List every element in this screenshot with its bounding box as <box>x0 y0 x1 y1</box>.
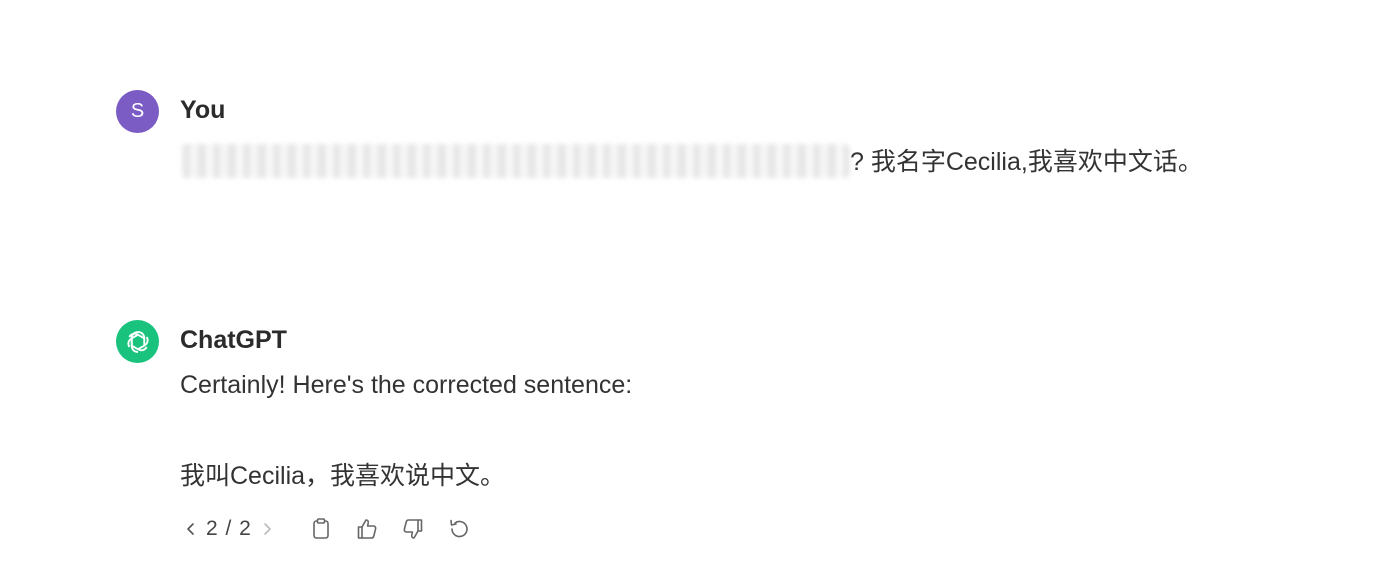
response-pager-label: 2 / 2 <box>206 517 252 540</box>
message-actions: 2 / 2 <box>182 512 476 546</box>
next-response-button[interactable] <box>258 518 276 540</box>
user-avatar-letter: S <box>130 100 145 122</box>
thumbs-up-icon <box>357 519 377 539</box>
redacted-text <box>180 144 850 179</box>
user-avatar: S <box>116 90 159 133</box>
assistant-message-line: Certainly! Here's the corrected sentence… <box>180 371 633 399</box>
copy-button[interactable] <box>304 512 338 546</box>
response-pager: 2 / 2 <box>182 517 276 541</box>
assistant-author-name: ChatGPT <box>180 326 287 354</box>
copy-icon <box>313 518 329 539</box>
user-author-name: You <box>180 96 226 124</box>
assistant-avatar <box>116 320 159 363</box>
chevron-left-icon <box>187 523 194 535</box>
regenerate-button[interactable] <box>442 512 476 546</box>
previous-response-button[interactable] <box>182 518 200 540</box>
chevron-right-icon <box>264 523 271 535</box>
assistant-message-line: 我叫Cecilia，我喜欢说中文。 <box>180 462 506 490</box>
thumbs-up-button[interactable] <box>350 512 384 546</box>
thumbs-down-button[interactable] <box>396 512 430 546</box>
openai-logo-icon <box>126 330 149 353</box>
user-message-visible-text: ? 我名字Cecilia,我喜欢中文话。 <box>850 148 1203 176</box>
regenerate-icon <box>450 519 468 538</box>
thumbs-down-icon <box>403 519 423 539</box>
user-message-text: ? 我名字Cecilia,我喜欢中文话。 <box>180 142 1203 180</box>
